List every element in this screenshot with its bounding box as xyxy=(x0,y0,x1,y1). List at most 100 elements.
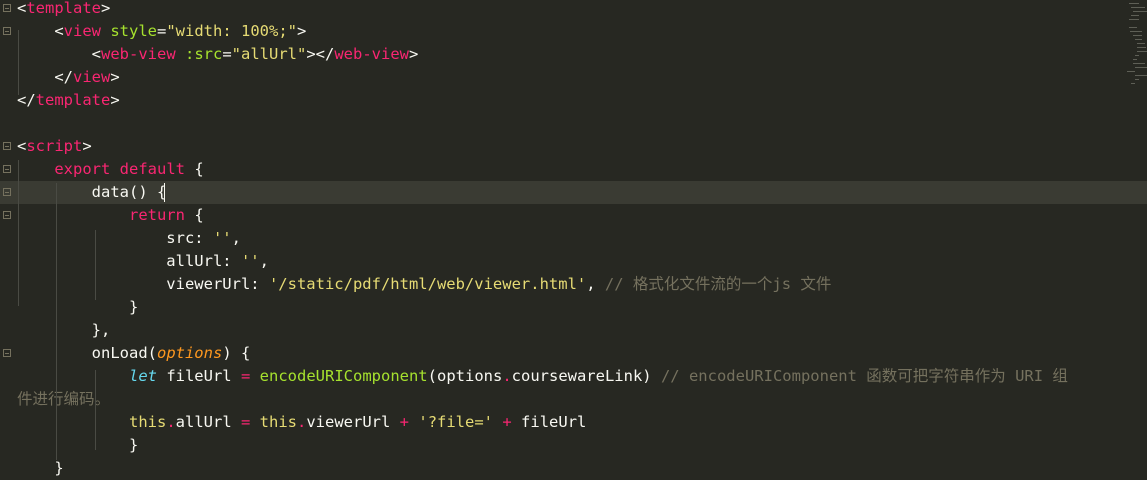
fold-toggle-icon[interactable] xyxy=(3,26,11,35)
code-token: '' xyxy=(240,251,260,270)
code-text: } xyxy=(17,296,138,319)
minimap-line xyxy=(1131,15,1139,16)
code-text: return { xyxy=(17,204,204,227)
code-text: } xyxy=(17,434,138,457)
code-editor[interactable]: <template> <view style="width: 100%;"> <… xyxy=(0,0,1147,477)
code-line[interactable]: } xyxy=(0,457,1147,480)
code-line[interactable]: <view style="width: 100%;"> xyxy=(0,20,1147,43)
code-text: allUrl: '', xyxy=(17,250,269,273)
code-text: }, xyxy=(17,319,111,342)
code-token: > xyxy=(82,136,92,155)
code-token: return xyxy=(128,205,185,224)
code-text: </template> xyxy=(17,89,120,112)
code-line[interactable]: <script> xyxy=(0,135,1147,158)
code-token: '?file=' xyxy=(418,412,494,431)
code-token: viewerUrl xyxy=(306,412,400,431)
code-token: } xyxy=(17,458,64,477)
minimap-line xyxy=(1127,71,1135,72)
code-line[interactable]: export default { xyxy=(0,158,1147,181)
code-line[interactable]: src: '', xyxy=(0,227,1147,250)
code-line[interactable]: } xyxy=(0,434,1147,457)
code-line[interactable]: </template> xyxy=(0,89,1147,112)
fold-toggle-icon[interactable] xyxy=(3,164,11,173)
code-token: , xyxy=(231,228,241,247)
fold-toggle-icon[interactable] xyxy=(3,348,11,357)
code-token: template xyxy=(26,0,101,17)
code-text: src: '', xyxy=(17,227,241,250)
code-line[interactable]: } xyxy=(0,296,1147,319)
code-line[interactable]: 件进行编码。 xyxy=(0,388,1147,411)
code-token: web-view xyxy=(101,44,176,63)
code-line[interactable] xyxy=(0,112,1147,135)
code-token: allUrl xyxy=(175,412,241,431)
code-line[interactable]: <template> xyxy=(0,0,1147,20)
code-line[interactable]: <web-view :src="allUrl"></web-view> xyxy=(0,43,1147,66)
code-token: . xyxy=(166,412,176,431)
code-text: onLoad(options) { xyxy=(17,342,251,365)
code-token: fileUrl xyxy=(511,412,587,431)
code-token: = xyxy=(157,21,167,40)
minimap-line xyxy=(1133,35,1142,36)
minimap-line xyxy=(1131,7,1145,8)
minimap-line xyxy=(1135,39,1142,40)
code-text: data() { xyxy=(17,181,167,204)
code-token: // 格式化文件流的一个js 文件 xyxy=(604,274,832,293)
fold-toggle-icon[interactable] xyxy=(3,187,11,196)
minimap[interactable] xyxy=(1125,0,1147,130)
code-line[interactable]: this.allUrl = this.viewerUrl + '?file=' … xyxy=(0,411,1147,434)
code-token: '/static/pdf/html/web/viewer.html' xyxy=(268,274,587,293)
code-token: </ xyxy=(17,67,73,86)
code-token: allUrl: xyxy=(17,251,241,270)
fold-toggle-icon[interactable] xyxy=(3,141,11,150)
code-token: . xyxy=(297,412,307,431)
code-text: let fileUrl = encodeURIComponent(options… xyxy=(17,365,1068,388)
code-token: > xyxy=(110,90,120,109)
code-token: viewerUrl: xyxy=(17,274,269,293)
code-token: , xyxy=(586,274,605,293)
code-text: 件进行编码。 xyxy=(17,388,110,411)
code-line[interactable]: let fileUrl = encodeURIComponent(options… xyxy=(0,365,1147,388)
code-token: ) { xyxy=(222,343,251,362)
indent-guide xyxy=(18,160,19,306)
code-token: 件进行编码。 xyxy=(17,389,111,408)
code-token: export xyxy=(54,159,111,178)
fold-toggle-icon[interactable] xyxy=(3,210,11,219)
code-token: "allUrl" xyxy=(231,44,307,63)
code-token: + xyxy=(399,412,410,431)
minimap-line xyxy=(1137,47,1146,48)
code-token: let xyxy=(128,366,157,385)
minimap-line xyxy=(1135,67,1147,68)
code-token: web-view xyxy=(334,44,409,63)
code-token: . xyxy=(502,366,512,385)
code-line[interactable]: onLoad(options) { xyxy=(0,342,1147,365)
code-line[interactable]: data() { xyxy=(0,180,1147,204)
code-token: > xyxy=(101,0,111,17)
indent-guide xyxy=(95,230,96,300)
fold-toggle-icon[interactable] xyxy=(3,3,11,12)
indent-guide xyxy=(18,30,19,95)
code-text: this.allUrl = this.viewerUrl + '?file=' … xyxy=(17,411,586,434)
code-line[interactable]: }, xyxy=(0,319,1147,342)
code-token: :src xyxy=(175,44,223,63)
code-token: options xyxy=(156,343,223,362)
code-line[interactable]: viewerUrl: '/static/pdf/html/web/viewer.… xyxy=(0,273,1147,296)
minimap-line xyxy=(1129,27,1137,28)
code-token: = xyxy=(222,44,232,63)
minimap-line xyxy=(1129,19,1139,20)
code-token: < xyxy=(17,136,27,155)
code-token: template xyxy=(35,90,111,109)
code-line[interactable]: </view> xyxy=(0,66,1147,89)
code-token: onLoad( xyxy=(17,343,157,362)
code-line[interactable]: allUrl: '', xyxy=(0,250,1147,273)
code-token: > xyxy=(110,67,120,86)
code-token: view xyxy=(63,21,101,40)
code-line[interactable]: return { xyxy=(0,204,1147,227)
code-token: src: xyxy=(17,228,213,247)
code-text: viewerUrl: '/static/pdf/html/web/viewer.… xyxy=(17,273,831,296)
